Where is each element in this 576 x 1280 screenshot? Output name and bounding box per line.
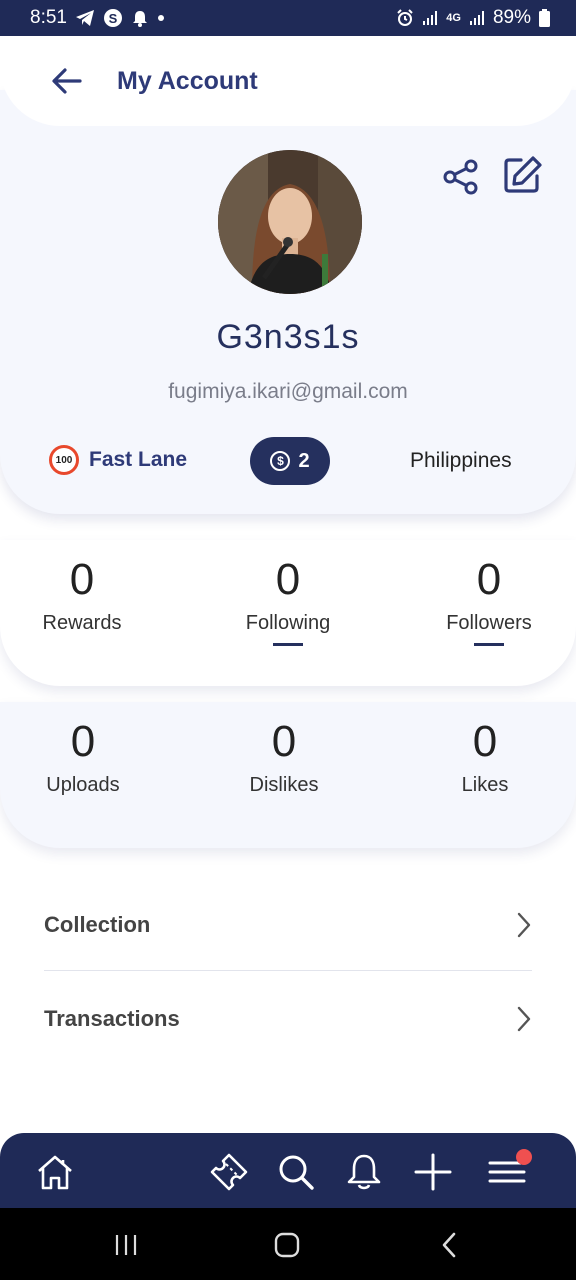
stat-rewards[interactable]: 0 Rewards: [2, 554, 162, 635]
nav-home[interactable]: [34, 1151, 76, 1193]
search-icon: [279, 1155, 314, 1190]
menu-item-label: Transactions: [44, 1006, 180, 1031]
plus-icon: [414, 1153, 452, 1191]
ticket-icon: [210, 1153, 248, 1191]
edit-profile-button[interactable]: [503, 154, 543, 194]
coin-balance-pill[interactable]: $ 2: [250, 437, 330, 485]
back-chevron-icon: [442, 1232, 456, 1258]
stat-dislikes[interactable]: 0 Dislikes: [204, 716, 364, 797]
s-app-icon: S: [103, 8, 123, 28]
nav-tickets[interactable]: [208, 1151, 250, 1193]
stat-label: Dislikes: [249, 774, 319, 796]
stats-card-content: 0 Uploads 0 Dislikes 0 Likes: [0, 702, 576, 848]
chevron-right-icon: [517, 912, 531, 938]
username: G3n3s1s: [216, 318, 360, 356]
stat-label: Followers: [446, 612, 532, 634]
home-square-icon: [274, 1232, 300, 1258]
stat-underline: [474, 643, 504, 646]
battery-percent: 89%: [492, 7, 531, 28]
stat-following[interactable]: 0 Following: [208, 554, 368, 646]
share-icon: [443, 159, 478, 195]
chevron-right-icon: [517, 1006, 531, 1032]
status-time: 8:51: [30, 7, 67, 28]
page-title: My Account: [117, 66, 258, 95]
recent-apps-button[interactable]: [106, 1230, 146, 1260]
edit-icon: [504, 156, 542, 193]
fast-lane-badge[interactable]: 100 Fast Lane: [49, 445, 187, 475]
status-left: 8:51 S: [30, 7, 165, 29]
stat-label: Uploads: [46, 774, 120, 796]
bell-icon: [347, 1154, 381, 1190]
stat-value: 0: [476, 555, 502, 604]
nav-create[interactable]: [412, 1151, 454, 1193]
home-system-button[interactable]: [267, 1230, 307, 1260]
notification-dot: [516, 1149, 532, 1165]
nav-notifications[interactable]: [343, 1151, 385, 1193]
arrow-left-icon: [52, 68, 82, 94]
menu-divider: [44, 970, 532, 971]
stat-followers[interactable]: 0 Followers: [409, 554, 569, 646]
stat-label: Rewards: [42, 612, 122, 634]
telegram-icon: [75, 9, 95, 27]
share-button[interactable]: [442, 158, 480, 196]
menu-item-transactions[interactable]: Transactions: [44, 979, 532, 1059]
nav-menu[interactable]: [486, 1149, 532, 1193]
stat-uploads[interactable]: 0 Uploads: [3, 716, 163, 797]
bottom-nav: [0, 1133, 576, 1208]
stat-value: 0: [472, 717, 498, 766]
back-button[interactable]: [50, 64, 84, 98]
coin-icon: $: [270, 451, 291, 471]
stat-likes[interactable]: 0 Likes: [405, 716, 565, 797]
country: Philippines: [410, 449, 512, 472]
signal-icon: [469, 10, 485, 26]
recent-apps-icon: [115, 1235, 137, 1255]
fast-lane-label: Fast Lane: [89, 448, 188, 471]
coin-count: 2: [298, 449, 310, 472]
svg-text:S: S: [109, 11, 118, 26]
menu-item-collection[interactable]: Collection: [44, 885, 532, 965]
stats-card-social: 0 Rewards 0 Following 0 Followers: [0, 540, 576, 686]
signal-icon: [422, 10, 438, 26]
stat-underline: [273, 643, 303, 646]
battery-icon: [539, 9, 550, 27]
dot-icon: [157, 14, 165, 22]
stat-value: 0: [69, 555, 95, 604]
home-icon: [38, 1155, 72, 1190]
speed-limit-icon: 100: [49, 445, 79, 475]
avatar[interactable]: [218, 150, 362, 294]
system-nav-bar: [0, 1208, 576, 1280]
status-right: 4G 89%: [396, 7, 550, 29]
badge-row: 100 Fast Lane $ 2 Philippines: [0, 437, 576, 485]
stat-label: Following: [245, 612, 331, 634]
email: fugimiya.ikari@gmail.com: [168, 380, 408, 403]
profile-card: G3n3s1s fugimiya.ikari@gmail.com 100 Fas…: [0, 90, 576, 514]
avatar-image: [218, 150, 362, 294]
stat-label: Likes: [461, 774, 509, 796]
stat-value: 0: [275, 555, 301, 604]
stat-value: 0: [271, 717, 297, 766]
back-system-button[interactable]: [429, 1230, 469, 1260]
nav-search[interactable]: [275, 1151, 317, 1193]
status-bar: 8:51 S 4G 89%: [0, 0, 576, 36]
menu-item-label: Collection: [44, 912, 151, 937]
data-icon: 4G: [446, 12, 461, 24]
app-header: My Account: [0, 36, 576, 126]
stat-value: 0: [70, 717, 96, 766]
alarm-icon: [396, 9, 414, 27]
bell-icon: [131, 9, 149, 27]
